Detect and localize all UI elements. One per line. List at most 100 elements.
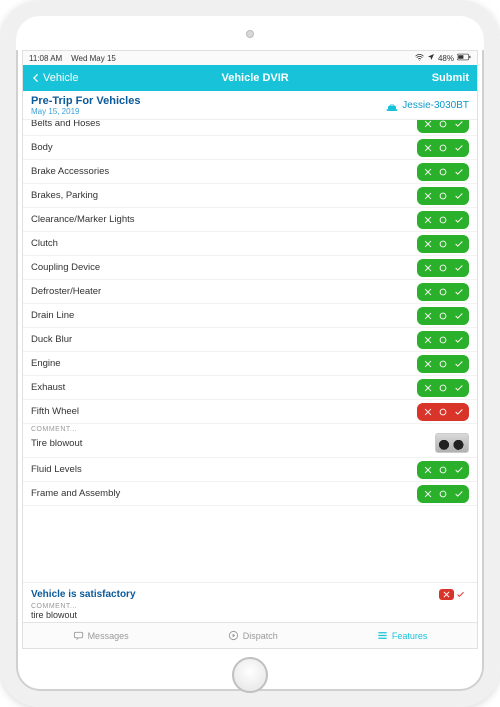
status-pill[interactable]: [417, 355, 469, 373]
inspection-row: Fluid Levels: [23, 458, 477, 482]
chevron-left-icon: [31, 73, 41, 83]
circle-icon: [438, 239, 448, 249]
status-pill[interactable]: [417, 307, 469, 325]
inspection-row: Clearance/Marker Lights: [23, 208, 477, 232]
check-icon: [454, 287, 464, 297]
check-icon: [454, 465, 464, 475]
tab-features[interactable]: Features: [377, 630, 428, 641]
tab-dispatch[interactable]: Dispatch: [228, 630, 278, 641]
check-icon: [456, 590, 465, 599]
inspection-label: Clutch: [31, 238, 58, 249]
inspection-row: Fifth Wheel: [23, 400, 477, 424]
submit-button[interactable]: Submit: [432, 72, 469, 84]
inspection-label: Engine: [31, 358, 61, 369]
x-icon: [423, 120, 433, 129]
check-icon: [454, 167, 464, 177]
summary-block: Vehicle is satisfactory COMMENT... tire …: [23, 582, 477, 622]
inspection-row: Coupling Device: [23, 256, 477, 280]
x-icon: [423, 311, 433, 321]
inspection-list: Belts and Hoses Body Brake Accessories B…: [23, 120, 477, 582]
circle-icon: [438, 407, 448, 417]
status-pill[interactable]: [417, 485, 469, 503]
vehicle-tag[interactable]: Jessie-3030BT: [386, 100, 469, 112]
x-icon: [423, 489, 433, 499]
wifi-icon: [415, 53, 424, 64]
x-icon: [423, 215, 433, 225]
x-icon: [423, 287, 433, 297]
inspection-row: Belts and Hoses: [23, 120, 477, 136]
x-icon: [423, 143, 433, 153]
tab-features-label: Features: [392, 631, 428, 641]
ios-status-bar: 11:08 AM Wed May 15 48%: [23, 51, 477, 65]
status-pill[interactable]: [417, 163, 469, 181]
comment-label: COMMENT...: [31, 426, 469, 433]
tab-messages[interactable]: Messages: [73, 630, 129, 641]
circle-icon: [438, 311, 448, 321]
check-icon: [454, 215, 464, 225]
check-icon: [454, 489, 464, 499]
circle-icon: [438, 383, 448, 393]
status-pill[interactable]: [417, 259, 469, 277]
check-icon: [454, 383, 464, 393]
battery-icon: [457, 53, 471, 63]
circle-icon: [438, 465, 448, 475]
location-icon: [427, 53, 435, 63]
status-pill[interactable]: [417, 187, 469, 205]
circle-icon: [438, 143, 448, 153]
x-icon: [423, 407, 433, 417]
inspection-label: Fifth Wheel: [31, 406, 79, 417]
x-icon: [423, 335, 433, 345]
comment-text: Tire blowout: [31, 438, 82, 449]
x-icon: [423, 239, 433, 249]
comment-block: COMMENT... Tire blowout: [23, 424, 477, 458]
status-pill[interactable]: [417, 403, 469, 421]
status-pill[interactable]: [417, 331, 469, 349]
inspection-label: Frame and Assembly: [31, 488, 120, 499]
summary-pill[interactable]: [435, 586, 469, 602]
vehicle-name: Jessie-3030BT: [402, 100, 469, 111]
photo-thumbnail[interactable]: [435, 433, 469, 453]
home-button[interactable]: [232, 657, 268, 693]
app-header: Vehicle Vehicle DVIR Submit: [23, 65, 477, 91]
header-title: Vehicle DVIR: [221, 72, 288, 84]
status-time: 11:08 AM: [29, 54, 62, 63]
status-pill[interactable]: [417, 283, 469, 301]
x-icon: [423, 191, 433, 201]
inspection-label: Drain Line: [31, 310, 74, 321]
status-date: Wed May 15: [71, 54, 116, 63]
status-pill[interactable]: [417, 120, 469, 133]
check-icon: [454, 335, 464, 345]
inspection-label: Body: [31, 142, 53, 153]
features-icon: [377, 630, 388, 641]
inspection-label: Brakes, Parking: [31, 190, 98, 201]
x-icon: [423, 465, 433, 475]
messages-icon: [73, 630, 84, 641]
x-icon: [423, 167, 433, 177]
subheader: Pre-Trip For Vehicles May 15, 2019 Jessi…: [23, 91, 477, 120]
circle-icon: [438, 489, 448, 499]
status-pill[interactable]: [417, 461, 469, 479]
back-button[interactable]: Vehicle: [31, 72, 78, 84]
back-label: Vehicle: [43, 72, 78, 84]
status-pill[interactable]: [417, 379, 469, 397]
inspection-row: Exhaust: [23, 376, 477, 400]
vehicle-lock-icon: [386, 100, 398, 112]
inspection-label: Coupling Device: [31, 262, 100, 273]
circle-icon: [438, 359, 448, 369]
check-icon: [454, 263, 464, 273]
circle-icon: [438, 287, 448, 297]
x-icon: [423, 359, 433, 369]
check-icon: [454, 311, 464, 321]
status-pill[interactable]: [417, 211, 469, 229]
x-icon: [423, 383, 433, 393]
check-icon: [454, 239, 464, 249]
circle-icon: [438, 120, 448, 129]
battery-pct: 48%: [438, 54, 454, 63]
check-icon: [454, 359, 464, 369]
inspection-label: Duck Blur: [31, 334, 72, 345]
summary-status: Vehicle is satisfactory: [31, 589, 136, 600]
inspection-row: Duck Blur: [23, 328, 477, 352]
status-pill[interactable]: [417, 235, 469, 253]
inspection-label: Brake Accessories: [31, 166, 109, 177]
status-pill[interactable]: [417, 139, 469, 157]
